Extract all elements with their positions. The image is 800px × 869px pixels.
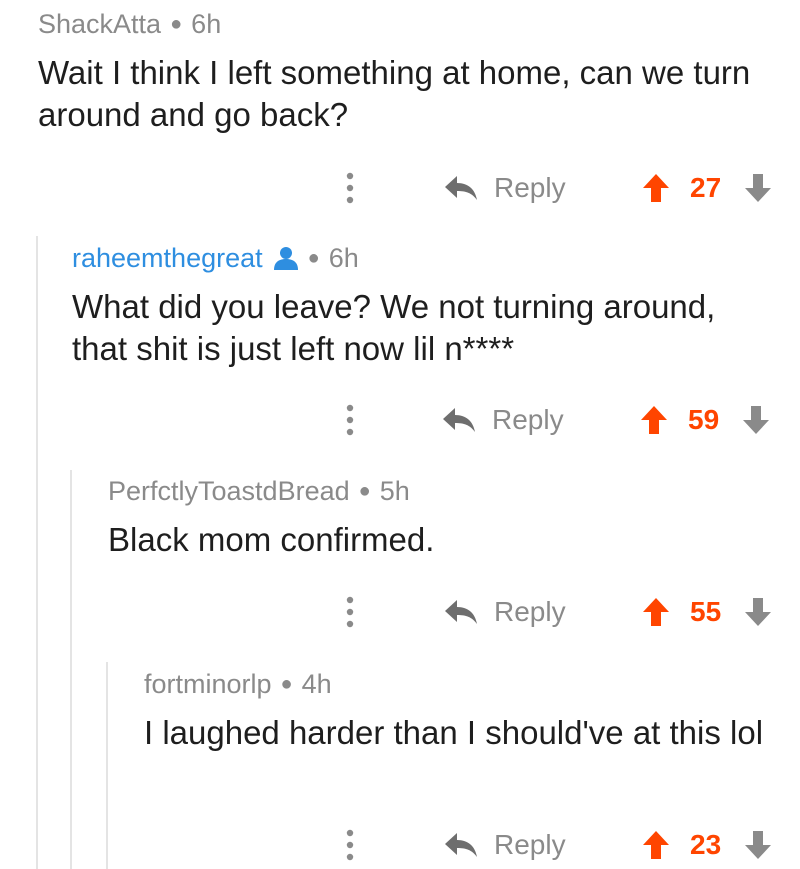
downvote-arrow-icon[interactable] — [742, 405, 770, 435]
comment-actions: Reply 23 — [0, 825, 800, 865]
comment-body: What did you leave? We not turning aroun… — [72, 288, 716, 367]
meta-separator: ● — [170, 13, 183, 35]
reply-button[interactable]: Reply — [444, 825, 566, 865]
more-vertical-icon[interactable] — [345, 595, 355, 629]
reply-arrow-icon — [445, 600, 477, 624]
comment-actions: Reply 59 — [0, 400, 800, 440]
comment-time: 6h — [191, 9, 222, 39]
more-vertical-icon[interactable] — [345, 828, 355, 862]
comment-meta: fortminorlp ● 4h — [144, 668, 780, 700]
thread-line-depth-1 — [36, 236, 38, 869]
thread-line-depth-2 — [70, 470, 72, 869]
comment-meta: ShackAtta ● 6h — [38, 8, 780, 40]
comment-actions: Reply 27 — [0, 168, 800, 208]
downvote-arrow-icon[interactable] — [744, 830, 772, 860]
comment: raheemthegreat ● 6h What did you leave? … — [72, 242, 780, 370]
vote-score: 59 — [688, 404, 720, 435]
comment-author[interactable]: PerfctlyToastdBread — [108, 475, 350, 507]
meta-separator: ● — [307, 247, 320, 269]
upvote-arrow-icon[interactable] — [642, 830, 670, 860]
upvote-arrow-icon[interactable] — [640, 405, 668, 435]
comment-body: Black mom confirmed. — [108, 521, 435, 558]
reply-button[interactable]: Reply — [442, 400, 564, 440]
reply-arrow-icon — [445, 833, 477, 857]
comment: fortminorlp ● 4h I laughed harder than I… — [144, 668, 780, 754]
reply-label: Reply — [494, 829, 566, 860]
comment-actions: Reply 55 — [0, 592, 800, 632]
comment-time: 5h — [379, 476, 410, 506]
comment-time: 6h — [328, 243, 359, 273]
reply-button[interactable]: Reply — [444, 168, 566, 208]
more-vertical-icon[interactable] — [345, 171, 355, 205]
meta-separator: ● — [280, 673, 293, 695]
comment-author[interactable]: ShackAtta — [38, 8, 161, 40]
reply-label: Reply — [494, 172, 566, 203]
reply-arrow-icon — [443, 408, 475, 432]
comment-meta: PerfctlyToastdBread ● 5h — [108, 475, 780, 507]
reply-button[interactable]: Reply — [444, 592, 566, 632]
downvote-arrow-icon[interactable] — [744, 173, 772, 203]
more-vertical-icon[interactable] — [345, 403, 355, 437]
comment-body: Wait I think I left something at home, c… — [38, 54, 751, 133]
comment-body: I laughed harder than I should've at thi… — [144, 714, 764, 751]
reply-arrow-icon — [445, 176, 477, 200]
upvote-arrow-icon[interactable] — [642, 173, 670, 203]
comment-author[interactable]: raheemthegreat — [72, 242, 263, 274]
vote-score: 27 — [690, 172, 722, 203]
downvote-arrow-icon[interactable] — [744, 597, 772, 627]
vote-score: 23 — [690, 829, 722, 860]
vote-score: 55 — [690, 596, 722, 627]
comment-meta: raheemthegreat ● 6h — [72, 242, 780, 274]
upvote-arrow-icon[interactable] — [642, 597, 670, 627]
comment-author[interactable]: fortminorlp — [144, 668, 272, 700]
comment: PerfctlyToastdBread ● 5h Black mom confi… — [108, 475, 780, 561]
reply-label: Reply — [492, 404, 564, 435]
comment-time: 4h — [301, 669, 332, 699]
user-icon — [273, 247, 298, 270]
meta-separator: ● — [358, 480, 371, 502]
reply-label: Reply — [494, 596, 566, 627]
